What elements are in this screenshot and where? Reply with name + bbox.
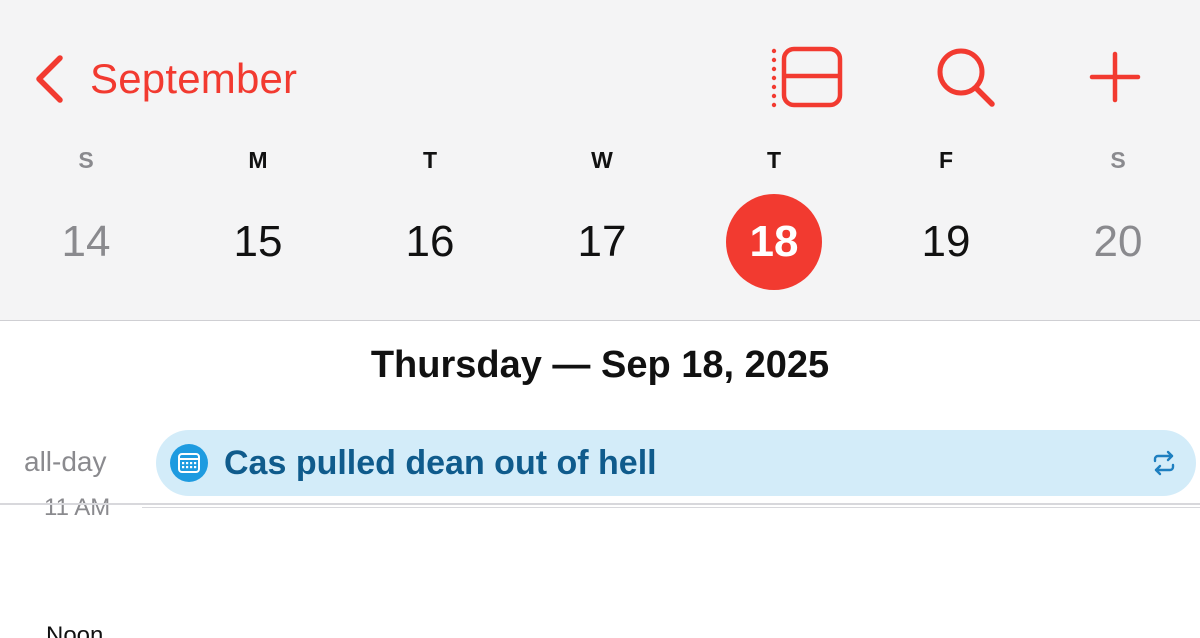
selected-date-number: 18 (726, 194, 822, 290)
back-label: September (90, 55, 298, 102)
date-number: 16 (405, 217, 455, 266)
date-number: 17 (577, 217, 627, 266)
date-cell[interactable]: 16 (370, 194, 490, 290)
weekday-labels: S M T W T F S (0, 144, 1200, 176)
calendar-app: September S M T W T F S 14 15 16 17 18 1… (0, 0, 1200, 638)
weekday-label: W (591, 147, 613, 173)
date-cell[interactable]: 15 (198, 194, 318, 290)
chevron-left-icon (36, 55, 63, 103)
list-view-button[interactable] (762, 44, 852, 110)
add-event-button[interactable] (1084, 44, 1146, 110)
weekday-label: S (78, 147, 94, 173)
calendar-icon (170, 444, 208, 482)
back-to-month-button[interactable]: September (30, 46, 297, 112)
week-strip: 14 15 16 17 18 19 20 (0, 194, 1200, 290)
search-icon (937, 48, 995, 107)
weekday-label: T (766, 147, 782, 173)
selected-day-title: Thursday — Sep 18, 2025 (370, 344, 830, 386)
weekday-label: M (248, 147, 268, 173)
date-cell[interactable]: 14 (26, 194, 146, 290)
hour-label-11am: 11 AM (44, 494, 111, 521)
plus-icon (1089, 51, 1141, 103)
date-cell-selected[interactable]: 18 (714, 194, 834, 290)
all-day-event[interactable]: Cas pulled dean out of hell (156, 430, 1196, 496)
date-cell[interactable]: 17 (542, 194, 662, 290)
date-number: 20 (1093, 217, 1143, 266)
all-day-divider (0, 503, 1200, 505)
weekday-label: S (1110, 147, 1126, 173)
date-number: 15 (233, 217, 283, 266)
search-button[interactable] (930, 44, 1000, 110)
weekday-label: T (422, 147, 438, 173)
date-cell[interactable]: 20 (1058, 194, 1178, 290)
event-title: Cas pulled dean out of hell (224, 444, 657, 482)
date-number: 14 (61, 217, 111, 266)
weekday-label: F (938, 147, 954, 173)
calendar-header: September S M T W T F S 14 15 16 17 18 1… (0, 0, 1200, 321)
repeat-icon (1153, 450, 1175, 476)
list-view-icon (771, 46, 843, 108)
date-cell[interactable]: 19 (886, 194, 1006, 290)
date-number: 19 (921, 217, 971, 266)
all-day-label: all-day (24, 446, 107, 477)
hour-divider (142, 507, 1200, 508)
hour-label-noon: Noon (46, 622, 104, 638)
